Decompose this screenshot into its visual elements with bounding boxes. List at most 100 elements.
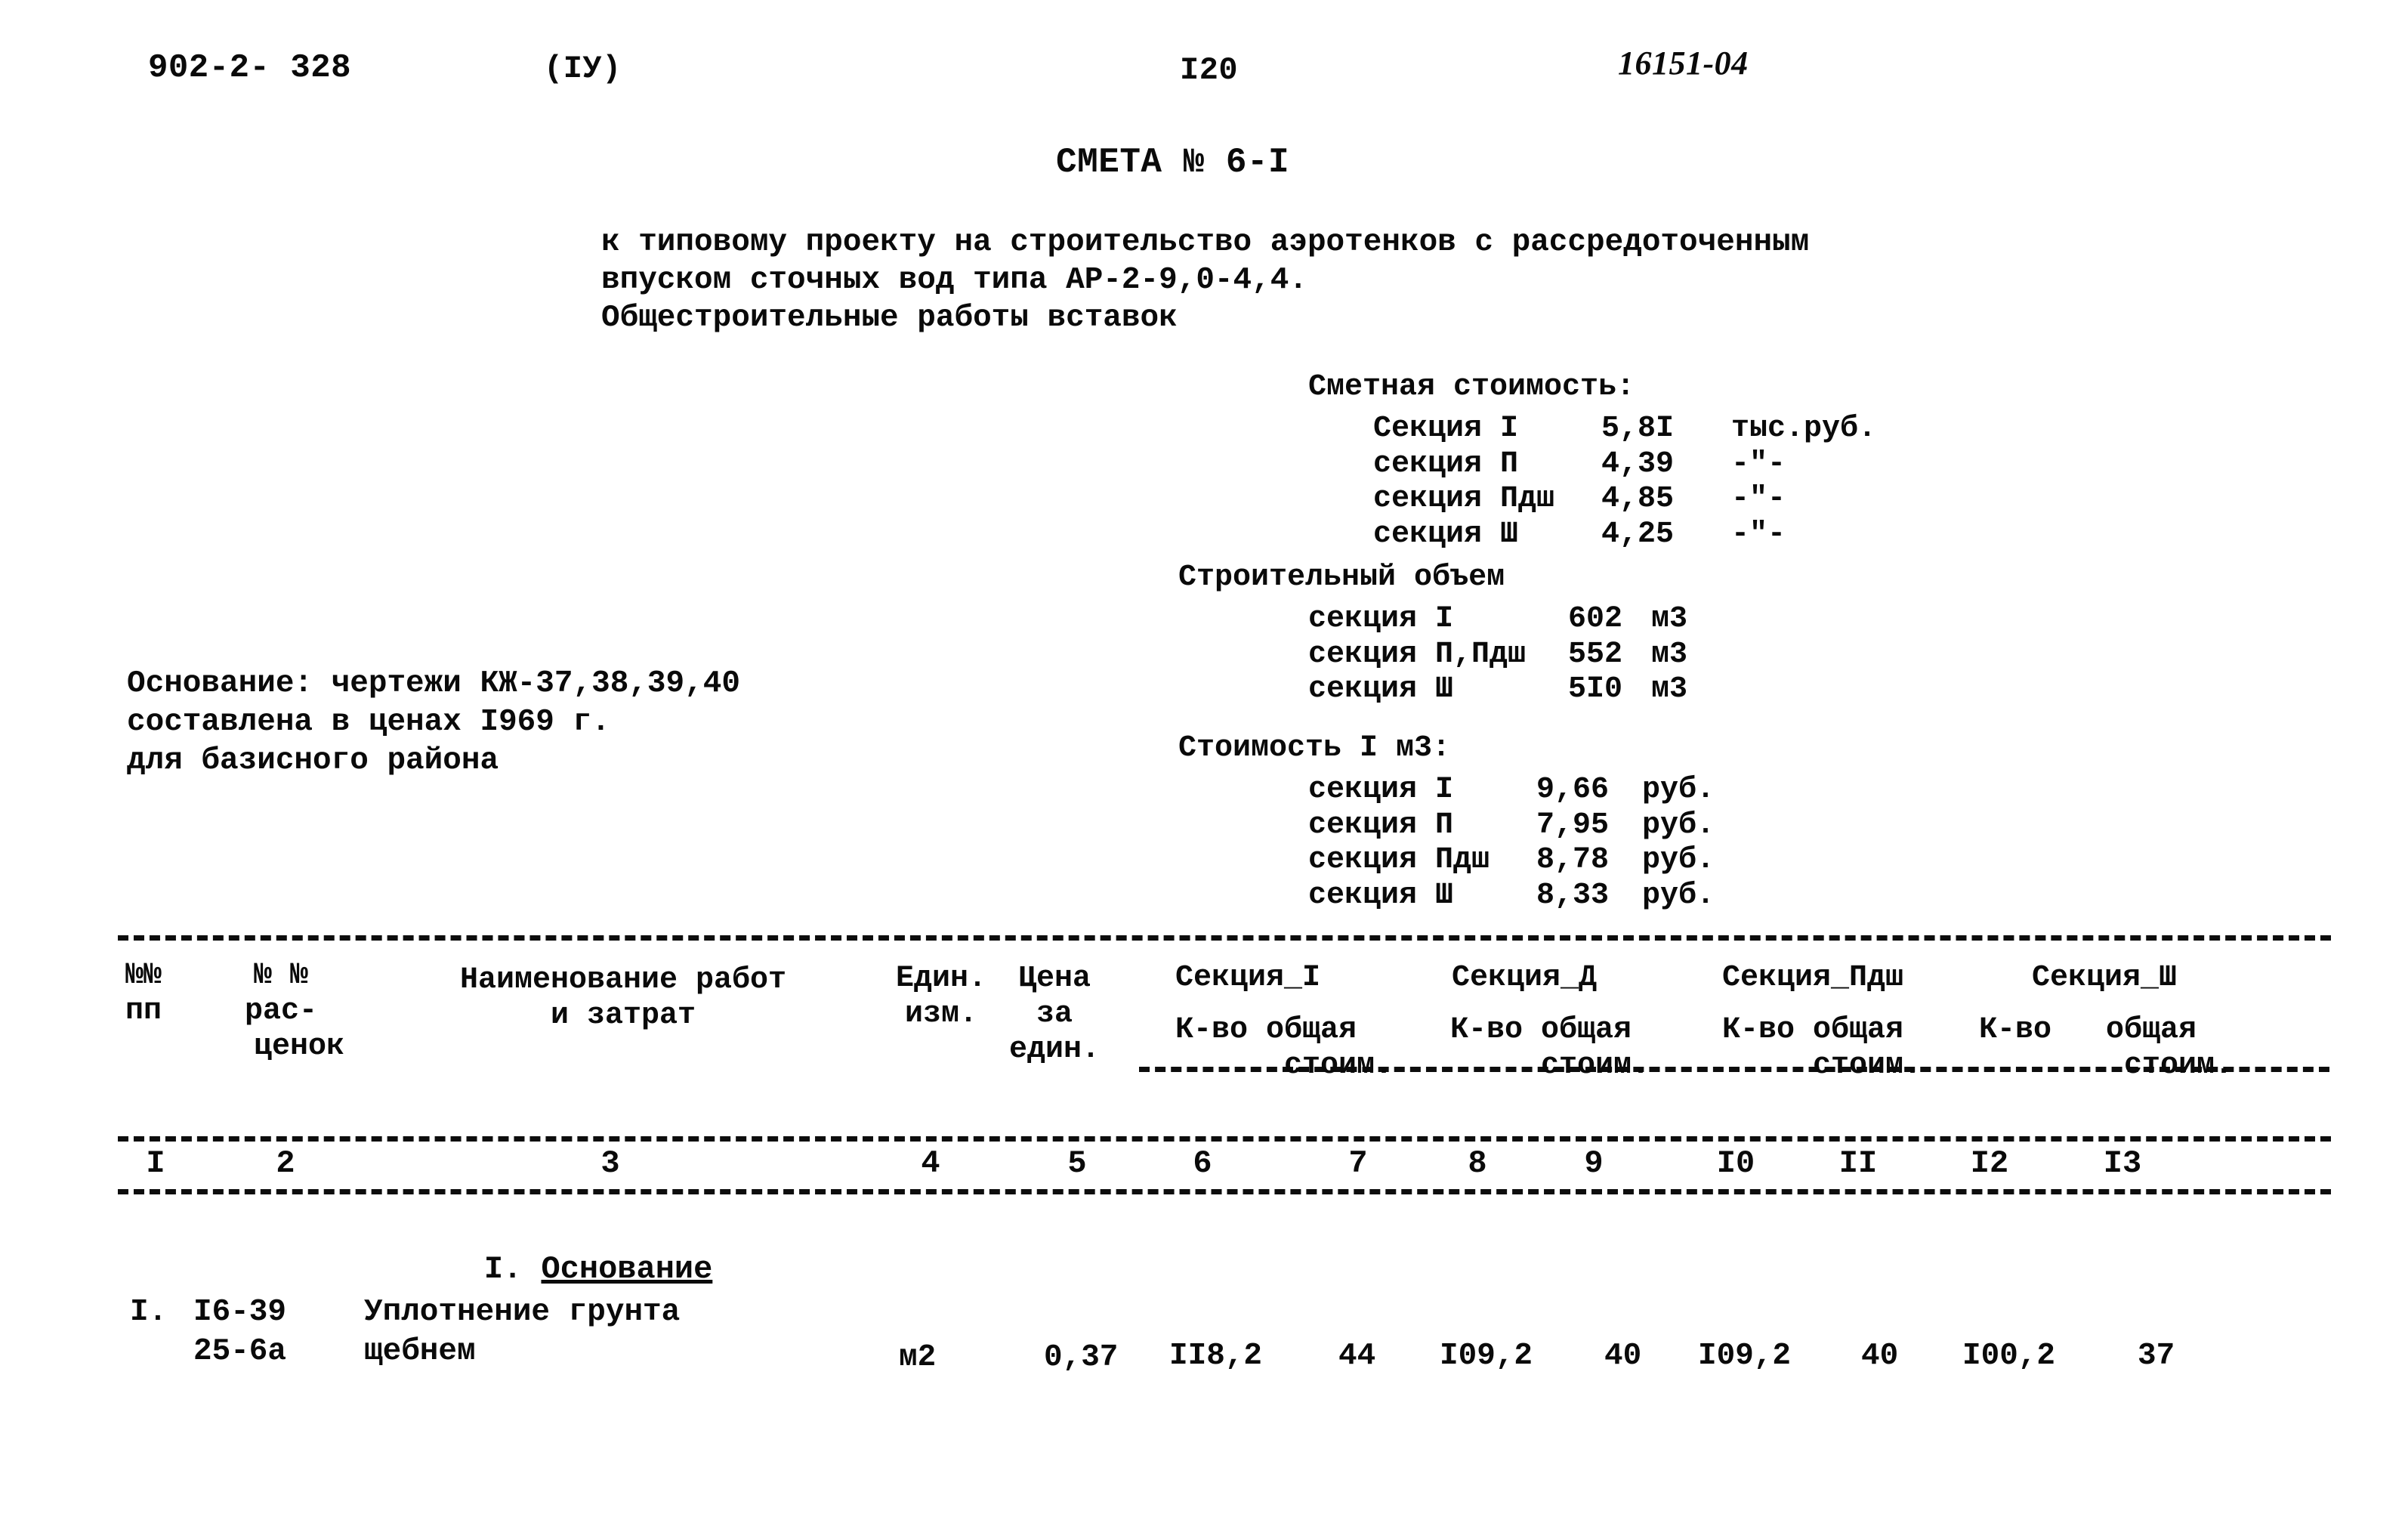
column-number-2: 2 — [276, 1145, 295, 1182]
table-row-price: 0,37 — [1044, 1340, 1119, 1375]
column-header-nn: №№ пп — [125, 959, 162, 1029]
section-group-header-1: Секция_I — [1175, 961, 1321, 995]
summary-row: секция Пдш 4,85 -"- — [1308, 482, 1876, 518]
summary-row: секция Пдш 8,78 руб. — [1178, 843, 1715, 879]
summary-row: секция I 602 м3 — [1178, 602, 1687, 638]
section-unit: м3 — [1651, 672, 1688, 707]
section-unit: руб. — [1642, 808, 1715, 842]
page-title: СМЕТА № 6-I — [1056, 143, 1290, 182]
section-subheader-2: К-во общая стоим. — [1450, 1013, 1650, 1083]
table-row-number: I. — [130, 1295, 168, 1330]
section-label: Секция I — [1373, 411, 1519, 446]
column-number-11: II — [1838, 1145, 1878, 1182]
section-unit: м3 — [1651, 601, 1688, 636]
table-row-s3-total: 40 — [1861, 1339, 1899, 1373]
section-unit: тыс.руб. — [1731, 411, 1877, 446]
section-value: 9,66 — [1536, 772, 1610, 807]
section-subheader-1: К-во общая стоим. — [1175, 1013, 1394, 1083]
section-value: 4,85 — [1601, 482, 1675, 517]
section-value: 552 — [1568, 637, 1623, 672]
basis-block: Основание: чертежи КЖ-37,38,39,40 состав… — [127, 666, 740, 778]
table-top-divider — [118, 935, 2331, 941]
summary-unit-cost-heading: Стоимость I м3: — [1178, 731, 1451, 765]
section-label: секция Ш — [1308, 879, 1454, 913]
column-number-3: 3 — [600, 1145, 620, 1182]
section-label: секция П — [1373, 446, 1519, 481]
section-label: секция Ш — [1308, 672, 1454, 707]
section-value: 5,8I — [1601, 411, 1675, 446]
section-label: секция Пдш — [1308, 843, 1490, 878]
summary-row: секция П 7,95 руб. — [1178, 808, 1715, 844]
summary-row: Секция I 5,8I тыс.руб. — [1308, 412, 1876, 447]
summary-unit-cost-block: Стоимость I м3: секция I 9,66 руб. секци… — [1178, 731, 1715, 914]
document-page: 902-2- 328 (IУ) I20 16151-04 СМЕТА № 6-I… — [0, 0, 2408, 1517]
section-unit: м3 — [1651, 637, 1688, 672]
column-number-7: 7 — [1348, 1145, 1368, 1182]
section-group-header-3: Секция_Пдш — [1722, 961, 1904, 995]
table-row-s4-total: 37 — [2138, 1339, 2175, 1373]
table-row-s1-qty: II8,2 — [1169, 1339, 1263, 1373]
table-row-code: I6-39 25-6а — [193, 1295, 287, 1369]
column-header-rascenok: № № рас- ценок — [245, 959, 345, 1064]
summary-row: секция I 9,66 руб. — [1178, 773, 1715, 808]
section-value: 8,78 — [1536, 843, 1610, 878]
table-row-s3-qty: I09,2 — [1698, 1339, 1792, 1373]
summary-row: секция Ш 4,25 -"- — [1308, 518, 1876, 553]
column-number-10: I0 — [1716, 1145, 1755, 1182]
column-number-1: I — [146, 1145, 165, 1182]
section-value: 602 — [1568, 601, 1623, 636]
section-unit: руб. — [1642, 772, 1715, 807]
column-header-name: Наименование работ и затрат — [459, 963, 787, 1033]
table-row-s1-total: 44 — [1338, 1339, 1376, 1373]
section-value: 4,39 — [1601, 446, 1675, 481]
intro-paragraph: к типовому проекту на строительство аэро… — [601, 225, 1810, 336]
section-subheader-4: К-во общая стоим. — [1979, 1013, 2234, 1083]
section-value: 7,95 — [1536, 808, 1610, 842]
section-value: 5I0 — [1568, 672, 1623, 707]
column-number-9: 9 — [1584, 1145, 1604, 1182]
section-label: секция Пдш — [1373, 482, 1555, 517]
summary-cost-block: Сметная стоимость: Секция I 5,8I тыс.руб… — [1308, 370, 1876, 553]
column-number-4: 4 — [921, 1145, 940, 1182]
column-number-13: I3 — [2103, 1145, 2142, 1182]
section-value: 4,25 — [1601, 518, 1675, 552]
table-row-s2-qty: I09,2 — [1440, 1339, 1533, 1373]
summary-cost-heading: Сметная стоимость: — [1308, 370, 1635, 404]
section-group-header-4: Секция_Ш — [2032, 961, 2178, 995]
section-group-header-2: Секция_Д — [1452, 961, 1598, 995]
section-value: 8,33 — [1536, 879, 1610, 913]
column-header-price: Цена за един. — [1009, 962, 1101, 1067]
section-subheader-3: К-во общая стоим. — [1722, 1013, 1922, 1083]
table-row-name: Уплотнение грунта щебнем — [364, 1295, 681, 1369]
column-header-unit: Един. изм. — [896, 962, 987, 1032]
section-label: секция I — [1308, 601, 1454, 636]
group-heading-number: I. — [483, 1251, 523, 1287]
section-unit: -"- — [1731, 482, 1786, 517]
section-label: секция I — [1308, 772, 1454, 807]
summary-volume-block: Строительный объем секция I 602 м3 секци… — [1178, 561, 1687, 708]
document-volume-number: (IУ) — [544, 51, 622, 87]
column-number-6: 6 — [1193, 1145, 1212, 1182]
section-unit: руб. — [1642, 879, 1715, 913]
summary-row: секция П,Пдш 552 м3 — [1178, 638, 1687, 673]
table-row-s4-qty: I00,2 — [1962, 1339, 2056, 1373]
column-number-8: 8 — [1468, 1145, 1487, 1182]
archive-code-handwritten: 16151-04 — [1618, 45, 1749, 82]
section-unit: -"- — [1731, 518, 1786, 552]
group-heading-text: Основание — [541, 1251, 713, 1287]
section-label: секция П — [1308, 808, 1454, 842]
summary-row: секция П 4,39 -"- — [1308, 447, 1876, 483]
section-unit: руб. — [1642, 843, 1715, 878]
column-number-5: 5 — [1067, 1145, 1087, 1182]
table-row-s2-total: 40 — [1604, 1339, 1642, 1373]
column-numbers-bottom-divider — [118, 1189, 2331, 1194]
summary-volume-heading: Строительный объем — [1178, 561, 1505, 595]
table-row-unit: м2 — [899, 1340, 937, 1375]
summary-row: секция Ш 5I0 м3 — [1178, 672, 1687, 708]
column-numbers-top-divider — [118, 1136, 2331, 1142]
section-label: секция Ш — [1373, 518, 1519, 552]
column-number-12: I2 — [1970, 1145, 2009, 1182]
section-unit: -"- — [1731, 446, 1786, 481]
summary-row: секция Ш 8,33 руб. — [1178, 879, 1715, 914]
page-number: I20 — [1180, 52, 1239, 88]
